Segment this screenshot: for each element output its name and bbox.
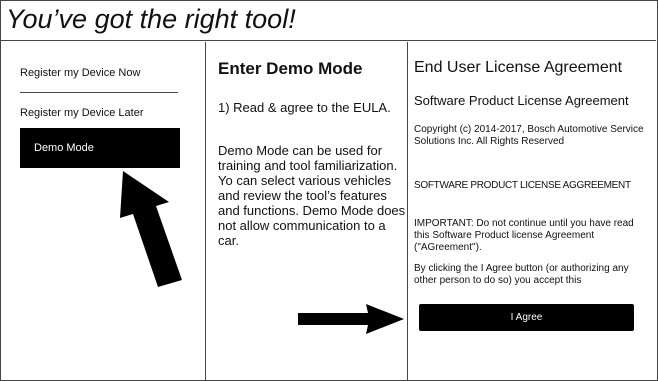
demo-description: Demo Mode can be used for training and t…	[218, 143, 406, 248]
eula-subheading: Software Product License Agreement	[414, 93, 629, 108]
eula-heading: End User License Agreement	[414, 59, 623, 76]
demo-step-text: 1) Read & agree to the EULA.	[218, 100, 391, 115]
page-title: You’ve got the right tool!	[0, 0, 656, 41]
arrow-up-icon	[120, 171, 182, 287]
eula-panel: End User License Agreement Software Prod…	[407, 42, 656, 380]
i-agree-button[interactable]: I Agree	[419, 304, 634, 331]
eula-important-text: IMPORTANT: Do not continue until you hav…	[414, 218, 634, 253]
demo-mode-heading: Enter Demo Mode	[218, 59, 363, 78]
sidebar-divider	[20, 92, 178, 93]
eula-copyright: Copyright (c) 2014-2017, Bosch Automotiv…	[414, 124, 644, 147]
sidebar-item-register-later[interactable]: Register my Device Later	[20, 106, 178, 120]
sidebar-item-register-now[interactable]: Register my Device Now	[20, 66, 178, 80]
arrow-right-icon	[298, 304, 404, 334]
eula-caps-title: SOFTWARE PRODUCT LICENSE AGGREEMENT	[414, 180, 631, 191]
eula-acceptance-text: By clicking the I Agree button (or autho…	[414, 263, 629, 286]
